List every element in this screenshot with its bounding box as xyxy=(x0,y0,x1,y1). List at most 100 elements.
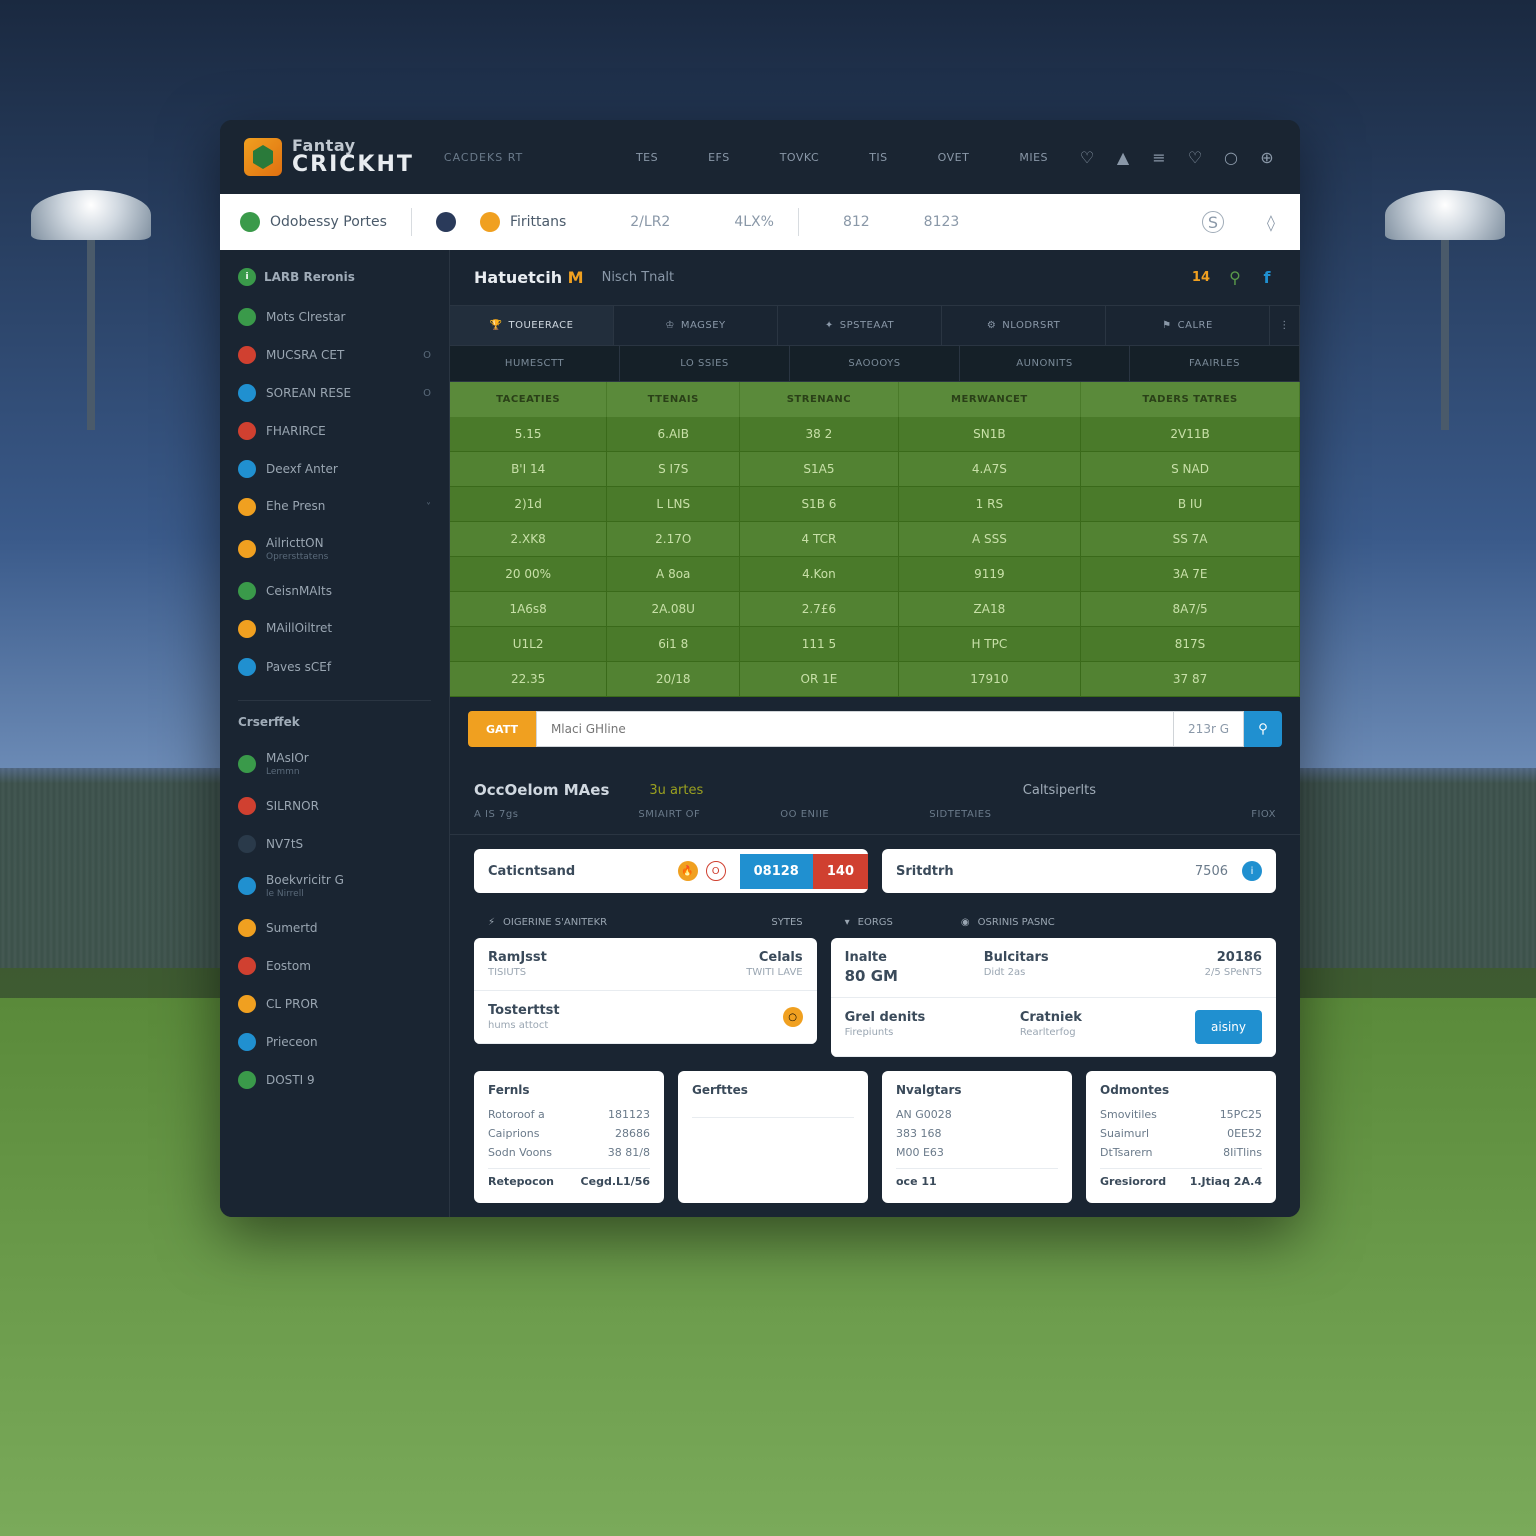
shield-icon[interactable]: S xyxy=(1202,211,1224,233)
table-row: 2)1dL LNSS1B 61 RSB IU xyxy=(450,487,1300,522)
table-header[interactable]: TTENAIS xyxy=(607,382,740,417)
sidebar-item[interactable]: Mots Clrestar xyxy=(220,298,449,336)
sidebar-item[interactable]: Ehe Presn˅ xyxy=(220,488,449,526)
action-button[interactable]: aisiny xyxy=(1195,1010,1262,1044)
sub-tab[interactable]: LO SSIES xyxy=(620,346,790,381)
search-icon: ⚲ xyxy=(1258,722,1268,737)
list-icon[interactable]: ≡ xyxy=(1150,148,1168,166)
table-header[interactable]: TACEATIES xyxy=(450,382,607,417)
pin-icon[interactable]: ◊ xyxy=(1262,213,1280,231)
sidebar-item[interactable]: Prieceon xyxy=(220,1023,449,1061)
main-subtitle: Nisch Tnalt xyxy=(602,270,674,285)
dot-icon xyxy=(238,995,256,1013)
sidebar-item[interactable]: SOREAN RESEO xyxy=(220,374,449,412)
stat-value: 2/LR2 xyxy=(630,214,670,230)
sub-tab[interactable]: AUNONITS xyxy=(960,346,1130,381)
match-card-right[interactable]: Sritdtrh 7506 i xyxy=(882,849,1276,893)
table-header[interactable]: MERWANCET xyxy=(898,382,1080,417)
logo-text-bottom: CRICKHT xyxy=(292,154,414,176)
sidebar-item[interactable]: CL PROR xyxy=(220,985,449,1023)
match-card-left[interactable]: Caticntsand🔥O 08128 140 xyxy=(474,849,868,893)
sidebar-item[interactable]: FHARIRCE xyxy=(220,412,449,450)
logo-icon xyxy=(244,138,282,176)
sidebar-item[interactable]: SILRNOR xyxy=(220,787,449,825)
tab[interactable]: 🏆TOUEERACE xyxy=(450,306,614,345)
sidebar-item[interactable]: NV7tS xyxy=(220,825,449,863)
star-icon: ✦ xyxy=(825,320,834,331)
dot-icon xyxy=(238,460,256,478)
heart-icon[interactable]: ♡ xyxy=(1078,148,1096,166)
dot-icon xyxy=(238,919,256,937)
dot-icon xyxy=(238,422,256,440)
pin-icon: ◉ xyxy=(961,917,970,928)
sub-tab[interactable]: HUMESCTT xyxy=(450,346,620,381)
tab-more[interactable]: ⋮ xyxy=(1270,306,1300,345)
nav-item[interactable]: TOVKC xyxy=(780,151,820,164)
logo[interactable]: Fantay CRICKHT xyxy=(244,138,414,176)
search-go-button[interactable]: ⚲ xyxy=(1244,711,1282,747)
tab[interactable]: ⚙NLODRSRT xyxy=(942,306,1106,345)
coin-icon: ○ xyxy=(783,1007,803,1027)
top-nav: TES EFS TOVKC TIS OVET MIES xyxy=(636,151,1048,164)
sidebar-item[interactable]: MAsIOrLemmn xyxy=(220,741,449,787)
tab[interactable]: ✦SPSTEAAT xyxy=(778,306,942,345)
like-icon[interactable]: ♡ xyxy=(1186,148,1204,166)
table-header[interactable]: TADERS TATRES xyxy=(1081,382,1300,417)
facebook-icon[interactable]: f xyxy=(1258,269,1276,287)
info-icon: i xyxy=(238,268,256,286)
nav-item[interactable]: MIES xyxy=(1019,151,1048,164)
list-header: ▾EORGS◉OSRINIS PASNC xyxy=(831,907,1276,938)
score-chip-red: 140 xyxy=(813,854,868,889)
info-icon[interactable]: i xyxy=(1242,861,1262,881)
badge-icon: O xyxy=(706,861,726,881)
flame-icon: 🔥 xyxy=(678,861,698,881)
sidebar-item[interactable]: Eostom xyxy=(220,947,449,985)
sidebar-item[interactable]: Deexf Anter xyxy=(220,450,449,488)
sidebar-item[interactable]: DOSTI 9 xyxy=(220,1061,449,1099)
main-title: Hatuetcih M xyxy=(474,268,584,287)
dot-icon xyxy=(238,620,256,638)
sidebar-item[interactable]: AilricttONOprersttatens xyxy=(220,526,449,572)
trophy-icon: 🏆 xyxy=(490,320,503,331)
sub-tab[interactable]: FAAIRLES xyxy=(1130,346,1300,381)
sidebar-item[interactable]: Boekvricitr Gle Nirrell xyxy=(220,863,449,909)
table-row: 1A6s82A.08U2.7£6ZA188A7/5 xyxy=(450,592,1300,627)
user-icon[interactable]: ⚲ xyxy=(1226,269,1244,287)
dot-icon xyxy=(238,755,256,773)
search-input[interactable] xyxy=(536,711,1174,747)
main-tabs: 🏆TOUEERACE ♔MAGSEY ✦SPSTEAAT ⚙NLODRSRT ⚑… xyxy=(450,305,1300,346)
dot-icon xyxy=(436,212,456,232)
nav-item[interactable]: TES xyxy=(636,151,658,164)
search-button[interactable]: GATT xyxy=(468,711,536,747)
card-value: 7506 xyxy=(1181,864,1242,879)
list-card: RamJsstTISIUTSCelalsTWITI LAVE Tostertts… xyxy=(474,938,817,1044)
tab[interactable]: ⚑CALRE xyxy=(1106,306,1270,345)
dot-icon xyxy=(238,582,256,600)
dot-icon xyxy=(238,346,256,364)
sidebar-item[interactable]: Sumertd xyxy=(220,909,449,947)
sub-tab[interactable]: SAOOOYS xyxy=(790,346,960,381)
chat-icon[interactable]: ○ xyxy=(1222,148,1240,166)
tab[interactable]: ♔MAGSEY xyxy=(614,306,778,345)
main-badge: 14 xyxy=(1192,270,1210,285)
user-icon[interactable]: ▲ xyxy=(1114,148,1132,166)
sidebar-item[interactable]: MAillOiltret xyxy=(220,610,449,648)
dot-icon xyxy=(238,658,256,676)
table-header[interactable]: STRENANC xyxy=(740,382,898,417)
main-content: Hatuetcih M Nisch Tnalt 14 ⚲ f 🏆TOUEERAC… xyxy=(450,250,1300,1217)
stat-value: 812 xyxy=(843,214,870,230)
dot-icon xyxy=(238,1071,256,1089)
list-card: Inalte80 GMBulcitarsDidt 2as201862/5 SPe… xyxy=(831,938,1276,1057)
nav-item[interactable]: OVET xyxy=(938,151,970,164)
sidebar-group-title: iLARB Reronis xyxy=(220,268,449,298)
sidebar-item[interactable]: MUCSRA CETO xyxy=(220,336,449,374)
dot-icon xyxy=(238,877,256,895)
sidebar-item[interactable]: CeisnMAIts xyxy=(220,572,449,610)
nav-item[interactable]: TIS xyxy=(869,151,887,164)
dot-icon xyxy=(238,835,256,853)
nav-item[interactable]: EFS xyxy=(708,151,730,164)
search-row: GATT 213r G ⚲ xyxy=(450,697,1300,761)
sub-tabs: HUMESCTT LO SSIES SAOOOYS AUNONITS FAAIR… xyxy=(450,346,1300,382)
sidebar-item[interactable]: Paves sCEf xyxy=(220,648,449,686)
globe-icon[interactable]: ⊕ xyxy=(1258,148,1276,166)
